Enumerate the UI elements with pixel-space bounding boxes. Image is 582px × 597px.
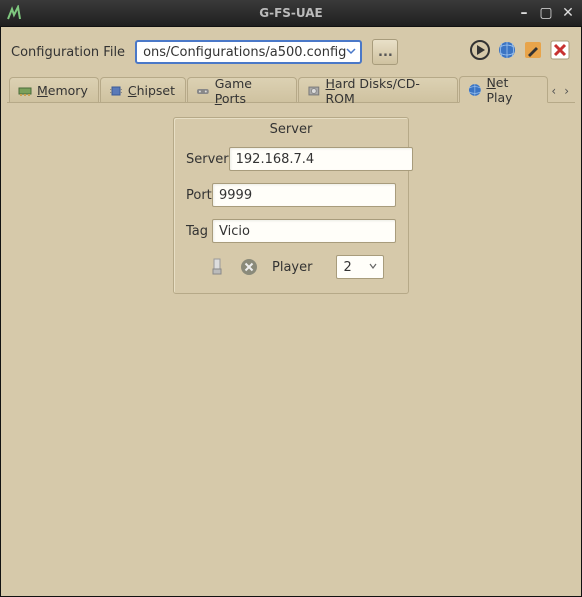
port-input[interactable] (212, 183, 396, 207)
window-title: G-FS-UAE (259, 6, 323, 20)
gamepad-icon (196, 84, 210, 98)
groupbox-title: Server (186, 122, 396, 137)
tab-hard-disks[interactable]: Hard Disks/CD-ROM (298, 77, 458, 102)
globe-icon (468, 83, 482, 97)
maximize-button[interactable]: ▢ (538, 5, 554, 21)
server-label: Server (186, 152, 229, 167)
tag-row: Tag (186, 219, 396, 243)
client-area: Configuration File ons/Configurations/a5… (0, 26, 582, 597)
tag-input[interactable] (212, 219, 396, 243)
tab-net-play[interactable]: Net Play (459, 76, 549, 103)
player-label: Player (272, 260, 312, 275)
player-select[interactable]: 2 (336, 255, 384, 279)
player-row: Player 2 (186, 255, 396, 279)
config-row: Configuration File ons/Configurations/a5… (7, 33, 575, 75)
memory-icon (18, 84, 32, 98)
pencil-icon (523, 40, 543, 60)
clear-x-icon (240, 258, 258, 276)
delete-x-icon (549, 39, 571, 61)
server-input[interactable] (229, 147, 413, 171)
play-button[interactable] (469, 39, 491, 65)
chevron-down-icon (369, 262, 377, 273)
server-row: Server (186, 147, 396, 171)
config-file-value: ons/Configurations/a500.config (143, 45, 346, 60)
clear-button[interactable] (240, 258, 258, 276)
browse-button[interactable]: ... (372, 39, 398, 65)
app-logo-icon (6, 5, 22, 21)
tab-memory[interactable]: Memory (9, 77, 99, 102)
connect-button[interactable] (208, 258, 226, 276)
globe-icon (497, 40, 517, 60)
tab-bar: Memory Chipset Game Ports Hard Disks/CD-… (7, 75, 575, 103)
connector-icon (209, 258, 225, 276)
close-button[interactable]: ✕ (560, 5, 576, 21)
play-icon (469, 39, 491, 61)
config-file-dropdown[interactable]: ons/Configurations/a500.config (135, 40, 362, 64)
globe-button[interactable] (497, 40, 517, 64)
minimize-button[interactable]: – (516, 5, 532, 21)
ellipsis-icon: ... (378, 45, 393, 60)
player-value: 2 (343, 260, 351, 275)
tag-label: Tag (186, 224, 212, 239)
chipset-icon (109, 84, 123, 98)
tab-scroll-controls: ‹ › (549, 84, 575, 102)
tab-game-ports[interactable]: Game Ports (187, 77, 297, 102)
config-file-label: Configuration File (11, 45, 125, 60)
port-row: Port (186, 183, 396, 207)
tab-chipset[interactable]: Chipset (100, 77, 186, 102)
disk-icon (307, 84, 321, 98)
delete-button[interactable] (549, 39, 571, 65)
port-label: Port (186, 188, 212, 203)
tab-content: Server Server Port Tag (7, 103, 575, 590)
titlebar: G-FS-UAE – ▢ ✕ (0, 0, 582, 26)
chevron-down-icon (346, 45, 356, 60)
toolbar-icons (469, 39, 571, 65)
server-groupbox: Server Server Port Tag (173, 117, 409, 294)
app-window: G-FS-UAE – ▢ ✕ Configuration File ons/Co… (0, 0, 582, 597)
tab-scroll-left[interactable]: ‹ (549, 84, 558, 98)
window-controls: – ▢ ✕ (516, 5, 576, 21)
tab-scroll-right[interactable]: › (562, 84, 571, 98)
edit-button[interactable] (523, 40, 543, 64)
